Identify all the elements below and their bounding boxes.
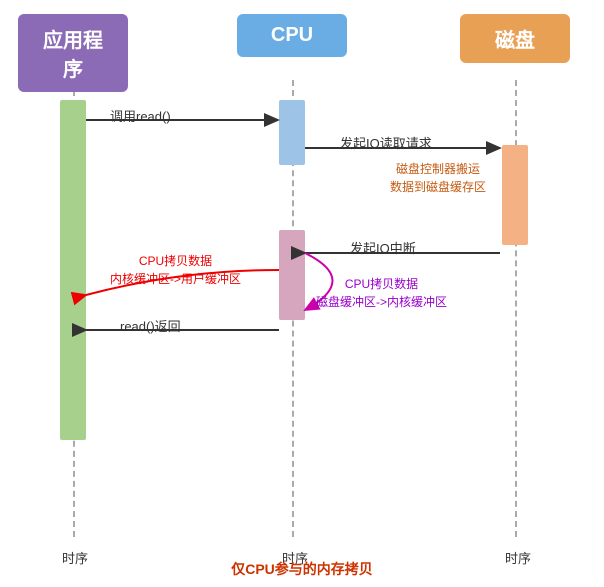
footer-note: 仅CPU参与的内存拷贝 xyxy=(0,559,604,579)
timeline-bar-app xyxy=(60,100,86,440)
label-io-interrupt: 发起IO中断 xyxy=(350,238,416,257)
timeline-bar-cpu-bottom xyxy=(279,230,305,320)
label-call-read: 调用read() xyxy=(110,106,171,125)
timeline-bar-disk xyxy=(502,145,528,245)
diagram-container: 应用程序 CPU 磁盘 xyxy=(0,0,604,587)
label-io-read: 发起IO读取请求 xyxy=(340,133,432,152)
label-disk-controller: 磁盘控制器搬运数据到磁盘缓存区 xyxy=(390,160,486,196)
label-cpu-copy-disk: CPU拷贝数据磁盘缓冲区->内核缓冲区 xyxy=(316,275,447,311)
header-disk: 磁盘 xyxy=(460,14,570,63)
header-cpu: CPU xyxy=(237,14,347,57)
label-read-return: read()返回 xyxy=(120,316,181,335)
timeline-bar-cpu-top xyxy=(279,100,305,165)
header-app: 应用程序 xyxy=(18,14,128,92)
label-cpu-copy-kernel: CPU拷贝数据内核缓冲区->用户缓冲区 xyxy=(110,252,241,288)
